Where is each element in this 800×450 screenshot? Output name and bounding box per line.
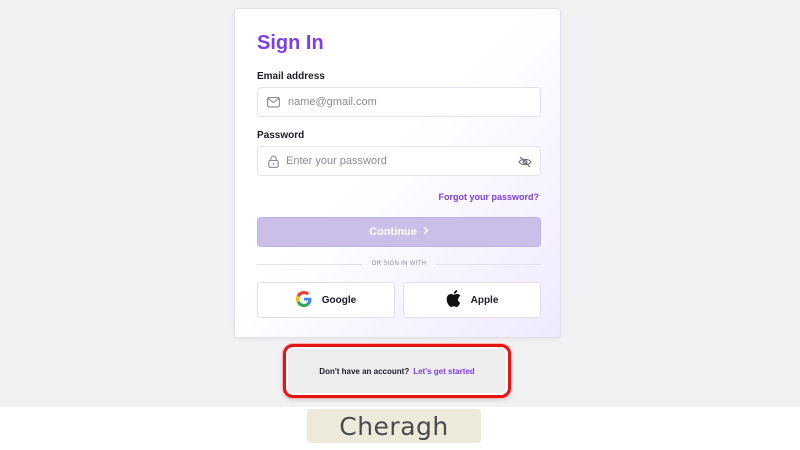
apple-icon	[446, 290, 461, 310]
email-field[interactable]	[288, 96, 508, 108]
password-field-container	[257, 146, 541, 176]
google-button-label: Google	[321, 294, 357, 306]
eye-off-icon[interactable]	[518, 155, 532, 169]
password-label: Password	[257, 130, 305, 141]
apple-signin-button[interactable]: Apple	[403, 282, 541, 318]
signup-question: Don't have an account?	[319, 366, 410, 376]
apple-button-label: Apple	[470, 294, 499, 306]
get-started-link[interactable]: Let's get started	[413, 367, 474, 376]
google-signin-button[interactable]: Google	[257, 282, 395, 318]
page-title: Sign In	[257, 32, 324, 54]
signin-card: Sign In Email address Password	[234, 8, 561, 338]
email-label: Email address	[257, 71, 325, 82]
divider-line	[436, 263, 541, 265]
watermark-logo-text: Cheragh	[339, 411, 449, 441]
password-field[interactable]	[286, 155, 506, 167]
divider-text: OR SIGN IN WITH	[371, 261, 427, 267]
divider-line	[257, 263, 362, 265]
continue-button-label: Continue	[369, 226, 417, 238]
social-divider: OR SIGN IN WITH	[257, 259, 541, 269]
google-icon	[295, 290, 312, 310]
signup-prompt: Don't have an account? Let's get started	[286, 347, 508, 395]
signup-prompt-highlight: Don't have an account? Let's get started	[283, 344, 511, 398]
email-field-container	[257, 87, 541, 117]
lock-icon	[266, 154, 280, 168]
watermark-logo: Cheragh	[307, 409, 481, 443]
chevron-right-icon	[423, 226, 429, 238]
forgot-password-link[interactable]: Forgot your password?	[438, 192, 539, 202]
envelope-icon	[266, 95, 280, 109]
continue-button[interactable]: Continue	[257, 217, 541, 247]
